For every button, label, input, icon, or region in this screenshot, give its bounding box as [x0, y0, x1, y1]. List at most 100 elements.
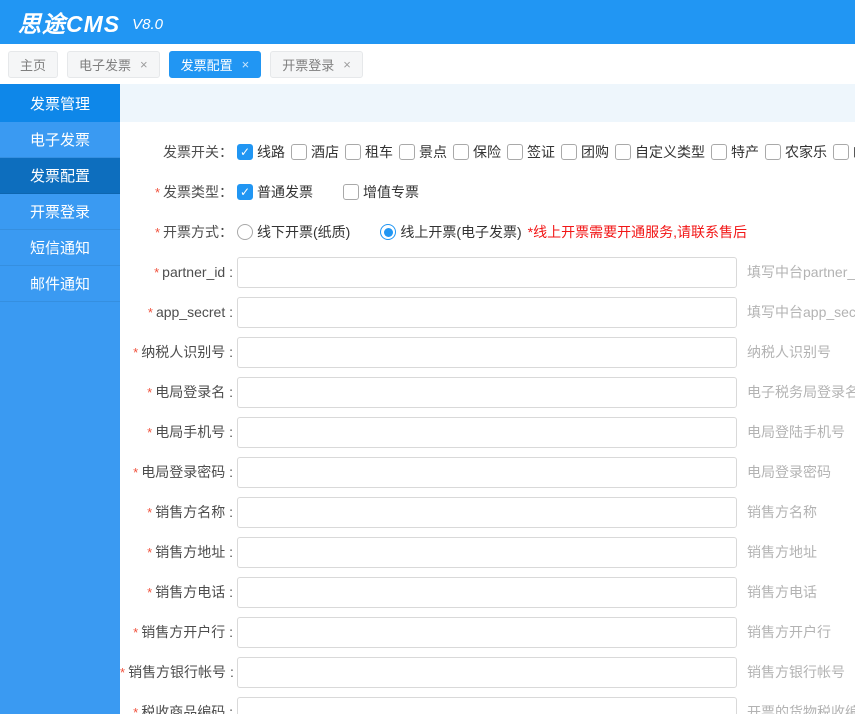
checkbox-label: 签证 — [527, 144, 555, 160]
text-input[interactable] — [237, 336, 737, 368]
checkbox-option[interactable]: 保险 — [453, 142, 501, 162]
required-mark: * — [120, 665, 126, 680]
radio-icon[interactable] — [237, 224, 253, 240]
app-header: 思途CMS V8.0 — [0, 0, 855, 44]
field-hint: 销售方银行帐号 — [747, 664, 845, 680]
close-icon[interactable]: × — [140, 58, 148, 71]
field-label: * 电局登录名 : — [120, 382, 233, 402]
text-input[interactable] — [237, 616, 737, 648]
form-field-row: * 销售方银行帐号 : 销售方银行帐号 — [120, 652, 855, 692]
text-input[interactable] — [237, 576, 737, 608]
checkbox-option[interactable]: 增值专票 — [343, 182, 419, 202]
sidebar-items: 电子发票 发票配置 开票登录 短信通知 邮件通知 — [0, 122, 120, 302]
checkbox-icon[interactable] — [345, 144, 361, 160]
field-label-text: 税收商品编码 : — [141, 704, 233, 714]
text-input[interactable] — [237, 376, 737, 408]
checkbox-icon[interactable] — [507, 144, 523, 160]
tab[interactable]: 电子发票 × — [67, 50, 160, 78]
field-hint: 销售方电话 — [747, 584, 817, 600]
checkbox-label: 保险 — [473, 144, 501, 160]
checkbox-icon[interactable] — [399, 144, 415, 160]
checkbox-label: 普通发票 — [257, 184, 313, 200]
field-hint: 销售方开户行 — [747, 624, 831, 640]
field-label-text: app_secret : — [155, 304, 233, 320]
field-rows: * partner_id : 填写中台partner_id * app_secret… — [120, 252, 855, 714]
checkbox-icon[interactable]: ✓ — [237, 144, 253, 160]
checkbox-label: 酒店 — [311, 144, 339, 160]
sidebar-item-label: 短信通知 — [29, 240, 90, 257]
field-label: * 销售方开户行 : — [120, 622, 233, 642]
tab[interactable]: 开票登录 × — [270, 50, 363, 78]
sidebar-item[interactable]: 邮件通知 — [0, 266, 120, 302]
checkbox-label: 增值专票 — [363, 184, 419, 200]
field-label: * 开票方式： — [120, 222, 233, 242]
checkbox-option[interactable]: ✓ 普通发票 — [237, 182, 313, 202]
text-input[interactable] — [237, 296, 737, 328]
field-label: * 电局手机号 : — [120, 422, 233, 442]
required-mark: * — [154, 225, 160, 240]
text-input[interactable] — [237, 416, 737, 448]
field-hint: 销售方名称 — [747, 504, 817, 520]
checkbox-option[interactable]: 自定义类型 — [615, 142, 705, 162]
checkbox-option[interactable]: 邮轮 — [833, 142, 855, 162]
checkbox-option[interactable]: 特产 — [711, 142, 759, 162]
checkbox-option[interactable]: 签证 — [507, 142, 555, 162]
field-label: * 电局登录密码 : — [120, 462, 233, 482]
checkbox-option[interactable]: ✓ 线路 — [237, 142, 285, 162]
field-label-text: 销售方开户行 : — [141, 624, 233, 640]
checkbox-icon[interactable] — [561, 144, 577, 160]
field-hint: 电局登录密码 — [747, 464, 831, 480]
sidebar-item[interactable]: 短信通知 — [0, 230, 120, 266]
field-label-text: 销售方名称 : — [155, 504, 233, 520]
checkbox-icon[interactable] — [291, 144, 307, 160]
sidebar-item-label: 电子发票 — [29, 132, 90, 149]
text-input[interactable] — [237, 456, 737, 488]
text-input[interactable] — [237, 656, 737, 688]
checkbox-icon[interactable] — [711, 144, 727, 160]
checkbox-option[interactable]: 酒店 — [291, 142, 339, 162]
checkbox-option[interactable]: 团购 — [561, 142, 609, 162]
checkbox-option[interactable]: 农家乐 — [765, 142, 827, 162]
field-label: * 发票类型： — [120, 182, 233, 202]
field-label-text: 销售方地址 : — [155, 544, 233, 560]
close-icon[interactable]: × — [343, 58, 351, 71]
radio-option[interactable]: 线下开票(纸质) — [237, 222, 350, 242]
field-label: * 销售方银行帐号 : — [120, 662, 234, 682]
text-input[interactable] — [237, 496, 737, 528]
field-label: * 销售方名称 : — [120, 502, 233, 522]
sidebar-item[interactable]: 开票登录 — [0, 194, 120, 230]
form-field-row: * 电局手机号 : 电局登陆手机号 — [120, 412, 855, 452]
sidebar-group-invoice-management[interactable]: 发票管理 — [0, 84, 120, 122]
checkbox-icon[interactable] — [765, 144, 781, 160]
sidebar-item[interactable]: 发票配置 — [0, 158, 120, 194]
content-top-band — [120, 84, 855, 122]
checkbox-icon[interactable] — [343, 184, 359, 200]
tab-label: 电子发票 — [79, 57, 132, 73]
checkbox-icon[interactable] — [453, 144, 469, 160]
tab[interactable]: 主页 — [8, 50, 59, 78]
radio-icon[interactable] — [380, 224, 397, 240]
text-input[interactable] — [237, 536, 737, 568]
field-label-text: 电局登录密码 : — [141, 464, 233, 480]
text-input[interactable] — [237, 696, 737, 714]
radio-option[interactable]: 线上开票(电子发票) — [380, 222, 522, 242]
sidebar-item[interactable]: 电子发票 — [0, 122, 120, 158]
checkbox-option[interactable]: 景点 — [399, 142, 447, 162]
required-mark: * — [133, 625, 139, 640]
field-label: * 销售方电话 : — [120, 582, 233, 602]
checkbox-label: 自定义类型 — [635, 144, 705, 160]
sidebar-item-label: 邮件通知 — [29, 276, 90, 293]
form-field-row: * 销售方地址 : 销售方地址 — [120, 532, 855, 572]
field-hint: 填写中台app_secret — [747, 304, 855, 320]
checkbox-icon[interactable]: ✓ — [237, 184, 253, 200]
tab-bar: 主页 电子发票 × 发票配置 × 开票登录 × — [0, 44, 855, 84]
checkbox-icon[interactable] — [615, 144, 631, 160]
text-input[interactable] — [237, 256, 737, 288]
checkbox-option[interactable]: 租车 — [345, 142, 393, 162]
form-field-row: * 电局登录密码 : 电局登录密码 — [120, 452, 855, 492]
form-field-row: * partner_id : 填写中台partner_id — [120, 252, 855, 292]
radio-label: 线下开票(纸质) — [257, 224, 351, 240]
checkbox-icon[interactable] — [833, 144, 849, 160]
tab[interactable]: 发票配置 × — [168, 50, 262, 78]
close-icon[interactable]: × — [242, 58, 250, 71]
